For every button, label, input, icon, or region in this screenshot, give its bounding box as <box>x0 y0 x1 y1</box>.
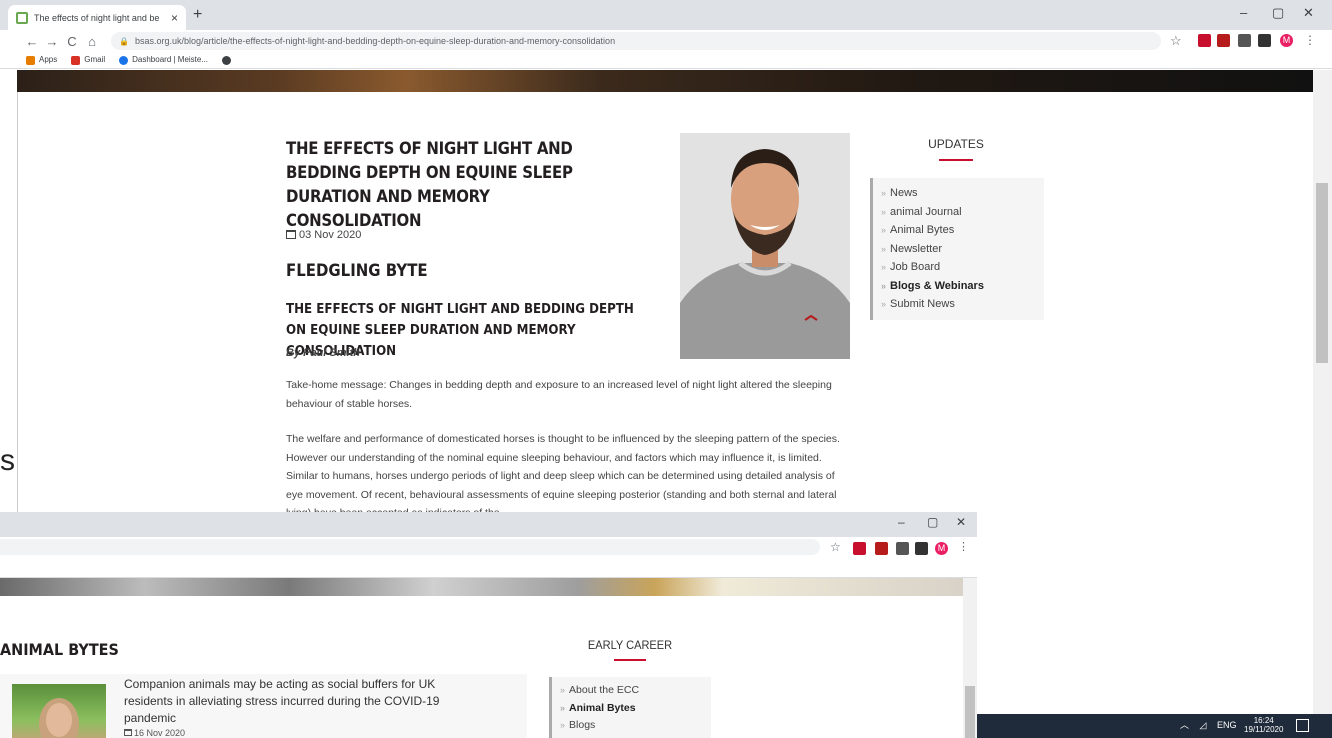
bookmark-extra[interactable] <box>222 55 235 65</box>
double-chevron-right-icon: » <box>881 225 887 235</box>
double-chevron-right-icon: » <box>881 206 887 217</box>
tab-title: The effects of night light and be <box>34 12 160 23</box>
system-clock[interactable]: 16:24 19/11/2020 <box>1244 716 1283 734</box>
updates-heading: UPDATES <box>928 137 984 151</box>
card-headline[interactable]: Companion animals may be acting as socia… <box>124 676 454 727</box>
notification-center-icon[interactable] <box>1296 719 1309 732</box>
calendar-icon <box>286 230 296 239</box>
back-button[interactable]: ← <box>22 34 42 49</box>
extension-icon[interactable] <box>853 542 866 555</box>
window2-star-icon[interactable]: ☆ <box>830 540 841 554</box>
window2-scrollbar-thumb[interactable] <box>965 686 975 738</box>
updates-item-job-board[interactable]: » Job Board <box>881 258 1044 277</box>
browser-menu-icon[interactable]: ⋮ <box>1304 33 1316 47</box>
card-thumbnail-image[interactable] <box>12 684 106 738</box>
extension-icon[interactable] <box>1198 34 1211 47</box>
double-chevron-right-icon: » <box>560 702 566 713</box>
article-paragraph: The welfare and performance of domestica… <box>286 433 840 513</box>
home-button[interactable]: ⌂ <box>82 34 102 49</box>
forward-button[interactable]: → <box>42 34 62 49</box>
article-title: THE EFFECTS OF NIGHT LIGHT AND BEDDING D… <box>286 139 573 231</box>
reload-button[interactable]: C <box>62 34 82 49</box>
double-chevron-right-icon: » <box>881 243 887 254</box>
updates-item-blogs-webinars[interactable]: » Blogs & Webinars <box>881 277 1044 296</box>
ec-item-animal-bytes[interactable]: » Animal Bytes <box>560 700 711 718</box>
network-icon[interactable]: ◿ <box>1200 720 1207 730</box>
language-indicator[interactable]: ENG <box>1217 720 1237 730</box>
window2-menu-icon[interactable]: ⋮ <box>958 540 969 553</box>
calendar-icon <box>124 729 132 736</box>
close-window-button[interactable]: ✕ <box>1303 5 1314 21</box>
bookmark-gmail[interactable]: Gmail <box>71 55 105 65</box>
globe-icon <box>222 55 232 65</box>
chevron-up-icon[interactable]: ︿ <box>1180 720 1189 730</box>
lock-icon: 🔒 <box>119 36 129 46</box>
window2-restore-button[interactable]: ▢ <box>927 515 938 529</box>
animal-bytes-heading: ANIMAL BYTES <box>0 640 119 659</box>
double-chevron-right-icon: » <box>560 685 566 695</box>
early-career-menu: » About the ECC » Animal Bytes » Blogs <box>549 677 711 738</box>
early-career-heading: EARLY CAREER <box>587 638 673 652</box>
restore-button[interactable]: ▢ <box>1272 5 1284 21</box>
bookmarks-bar: Apps Gmail Dashboard | Meiste... <box>0 52 1332 69</box>
apps-grid-icon <box>26 55 35 65</box>
double-chevron-right-icon: » <box>881 262 887 272</box>
extension-icon[interactable] <box>896 542 909 555</box>
author-photo <box>680 133 850 359</box>
pdf-extension-icon[interactable] <box>875 542 888 555</box>
profile-avatar[interactable]: M <box>1280 34 1293 47</box>
card-date: 16 Nov 2020 <box>124 728 185 738</box>
pdf-extension-icon[interactable] <box>1217 34 1230 47</box>
puzzle-extensions-icon[interactable] <box>1258 34 1271 47</box>
page-scrollbar[interactable] <box>1313 70 1332 715</box>
url-text: bsas.org.uk/blog/article/the-effects-of-… <box>134 36 616 46</box>
updates-item-animal-journal[interactable]: » animal Journal <box>881 203 1044 222</box>
minimize-button[interactable]: – <box>1240 5 1247 20</box>
check-circle-icon <box>119 55 129 65</box>
double-chevron-right-icon: » <box>881 188 887 198</box>
article-date: 03 Nov 2020 <box>286 229 361 241</box>
updates-item-submit-news[interactable]: » Submit News <box>881 295 1044 314</box>
hero-banner-image <box>17 70 1313 92</box>
updates-item-newsletter[interactable]: » Newsletter <box>881 240 1044 259</box>
updates-item-news[interactable]: » News <box>881 184 1044 203</box>
window2-hero-image <box>0 578 963 596</box>
updates-menu: » News » animal Journal » Animal Bytes » New… <box>870 178 1044 320</box>
second-browser-window: – ▢ ✕ ☆ M ⋮ ANIMAL BYTES Companion anima… <box>0 512 977 738</box>
window2-address-bar[interactable] <box>0 539 820 555</box>
double-chevron-right-icon: » <box>881 280 887 291</box>
window2-tab-strip <box>0 512 977 537</box>
browser-tab[interactable]: The effects of night light and be × <box>8 5 186 30</box>
new-tab-button[interactable]: + <box>193 6 202 24</box>
updates-item-animal-bytes[interactable]: » Animal Bytes <box>881 221 1044 240</box>
window2-bookmarks-bar <box>0 559 977 578</box>
heading-underline <box>614 659 646 661</box>
window2-minimize-button[interactable]: – <box>898 515 905 529</box>
article-paragraph: Take-home message: Changes in bedding de… <box>286 379 832 410</box>
ec-item-blogs[interactable]: » Blogs <box>560 717 711 735</box>
bookmark-apps[interactable]: Apps <box>26 55 57 65</box>
background-text-fragment: s <box>0 444 15 477</box>
article-author: By Paul Smith <box>286 347 360 359</box>
section-heading: FLEDGLING BYTE <box>286 261 428 281</box>
scrollbar-thumb[interactable] <box>1316 183 1328 363</box>
heading-underline <box>939 159 973 161</box>
address-bar[interactable]: 🔒 bsas.org.uk/blog/article/the-effects-o… <box>111 32 1161 50</box>
bookmark-dashboard[interactable]: Dashboard | Meiste... <box>119 55 208 65</box>
bookmark-star-icon[interactable]: ☆ <box>1170 33 1182 49</box>
puzzle-extensions-icon[interactable] <box>915 542 928 555</box>
system-tray[interactable]: ︿ ◿ ENG <box>1180 718 1236 731</box>
site-favicon-icon <box>16 11 28 24</box>
tab-close-icon[interactable]: × <box>171 11 178 25</box>
ec-item-about[interactable]: » About the ECC <box>560 682 711 700</box>
window2-profile-avatar[interactable]: M <box>935 542 948 555</box>
extension-icon[interactable] <box>1238 34 1251 47</box>
gmail-icon <box>71 55 81 65</box>
double-chevron-right-icon: » <box>560 720 566 730</box>
window2-close-button[interactable]: ✕ <box>956 515 966 529</box>
double-chevron-right-icon: » <box>881 299 887 309</box>
